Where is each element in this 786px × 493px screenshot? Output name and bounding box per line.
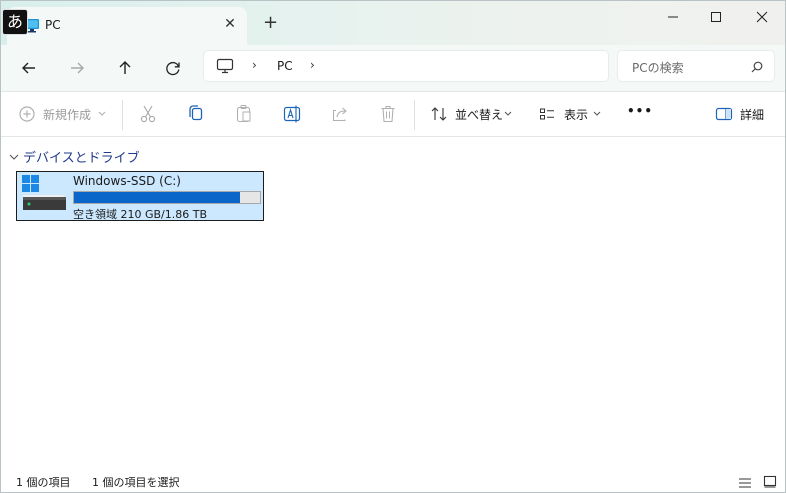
maximize-button[interactable] [696, 5, 736, 29]
drive-icon [22, 175, 66, 210]
paste-icon[interactable] [234, 102, 254, 126]
details-button[interactable]: 詳細 [715, 102, 767, 126]
navigation-bar: › PC › PCの検索 [1, 45, 785, 92]
item-count: 1 個の項目 [16, 476, 71, 489]
drive-tile[interactable]: Windows-SSD (C:) 空き領域 210 GB/1.86 TB [16, 171, 264, 221]
address-bar[interactable]: › PC › [203, 50, 609, 82]
breadcrumb-chevron-icon[interactable]: › [310, 58, 315, 72]
share-icon[interactable] [330, 102, 350, 126]
status-bar: 1 個の項目 1 個の項目を選択 [1, 468, 785, 492]
ime-indicator: あ [2, 9, 28, 35]
delete-icon[interactable] [378, 102, 398, 126]
sort-icon [431, 107, 447, 121]
command-bar: 新規作成 並べ替え 表示 ••• 詳細 [1, 92, 785, 137]
view-list-icon [540, 108, 554, 120]
new-label: 新規作成 [43, 108, 92, 122]
selected-count: 1 個の項目を選択 [92, 476, 180, 489]
chevron-down-icon [98, 111, 106, 116]
more-label: ••• [627, 104, 654, 118]
sort-label: 並べ替え [455, 108, 504, 122]
search-icon[interactable] [750, 59, 764, 78]
rename-icon[interactable] [282, 102, 302, 126]
up-button[interactable] [113, 56, 137, 80]
details-pane-icon [715, 107, 733, 121]
title-bar: PC ✕ あ + [1, 1, 785, 45]
refresh-button[interactable] [161, 56, 185, 80]
toolbar-divider [414, 100, 415, 130]
tab-pc[interactable]: PC ✕ [7, 7, 247, 45]
view-label: 表示 [564, 108, 589, 122]
chevron-down-icon [504, 111, 512, 116]
drive-usage-bar [73, 191, 261, 204]
tab-title: PC [45, 18, 61, 32]
breadcrumb-chevron-icon[interactable]: › [252, 58, 257, 72]
details-label: 詳細 [740, 108, 765, 122]
breadcrumb-pc[interactable]: PC [277, 59, 293, 73]
tiles-view-icon[interactable] [763, 473, 777, 492]
view-button[interactable]: 表示 [538, 102, 602, 126]
drive-free-space: 空き領域 210 GB/1.86 TB [73, 208, 208, 221]
forward-button[interactable] [65, 56, 89, 80]
close-window-button[interactable] [742, 5, 782, 29]
devices-group-header[interactable]: デバイスとドライブ [9, 147, 140, 166]
computer-icon [216, 58, 234, 78]
drive-usage-fill [74, 192, 240, 203]
new-tab-button[interactable]: + [263, 14, 278, 32]
search-box[interactable]: PCの検索 [617, 50, 775, 82]
details-view-icon[interactable] [738, 474, 752, 492]
drive-name: Windows-SSD (C:) [73, 174, 181, 188]
minimize-button[interactable] [653, 5, 693, 29]
search-placeholder: PCの検索 [632, 61, 684, 75]
chevron-down-icon [593, 111, 601, 116]
new-button[interactable]: 新規作成 [18, 102, 110, 126]
group-title: デバイスとドライブ [23, 151, 140, 166]
plus-circle-icon [19, 106, 35, 122]
cut-icon[interactable] [138, 102, 158, 126]
copy-icon[interactable] [186, 102, 206, 126]
chevron-down-icon [9, 154, 19, 160]
sort-button[interactable]: 並べ替え [430, 102, 514, 126]
back-button[interactable] [17, 56, 41, 80]
file-explorer-window: PC ✕ あ + › PC › PCの検索 新規作成 並べ替え 表示 ••• 詳… [0, 0, 786, 493]
close-tab-icon[interactable]: ✕ [221, 15, 239, 33]
toolbar-divider [122, 100, 123, 130]
more-options-button[interactable]: ••• [627, 102, 652, 126]
